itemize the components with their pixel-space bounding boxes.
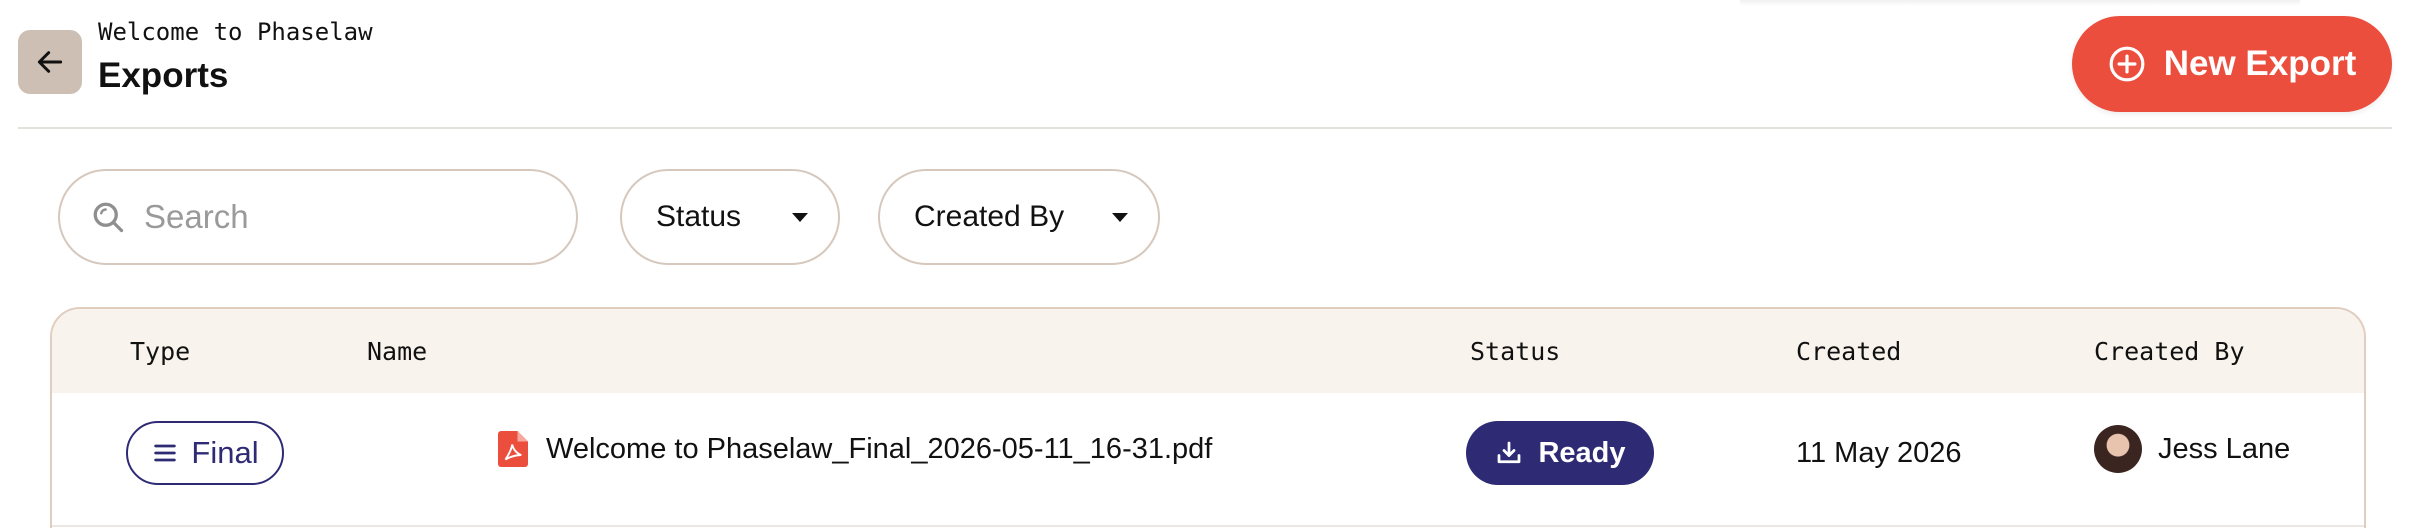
caret-down-icon: [1112, 212, 1128, 222]
created-by-user: Jess Lane: [2094, 425, 2290, 473]
new-export-button[interactable]: New Export: [2072, 16, 2392, 112]
search-icon: [93, 202, 124, 233]
column-header-type: Type: [130, 337, 191, 366]
exports-table: Type Name Status Created Created By Fina…: [50, 307, 2366, 528]
status-filter-label: Status: [656, 200, 742, 233]
created-by-filter-label: Created By: [914, 200, 1065, 233]
column-header-status: Status: [1470, 337, 1561, 366]
download-icon: [1498, 441, 1521, 464]
top-shadow: [1740, 0, 2300, 6]
new-export-label: New Export: [2163, 44, 2357, 83]
status-filter-dropdown[interactable]: Status: [620, 169, 840, 265]
status-label: Ready: [1538, 436, 1626, 469]
status-badge-ready[interactable]: Ready: [1466, 421, 1654, 485]
table-header: Type Name Status Created Created By: [52, 309, 2364, 393]
arrow-left-icon: [37, 51, 63, 73]
column-header-created: Created: [1796, 337, 1902, 366]
caret-down-icon: [792, 212, 808, 222]
avatar: [2094, 425, 2142, 473]
exports-page: Welcome to Phaselaw Exports New Export S…: [0, 0, 2416, 528]
back-button[interactable]: [18, 30, 82, 94]
header-divider: [18, 127, 2392, 129]
column-header-created-by: Created By: [2094, 337, 2245, 366]
user-name: Jess Lane: [2158, 432, 2291, 465]
type-badge: Final: [126, 421, 284, 485]
type-label: Final: [191, 435, 259, 470]
page-title: Exports: [98, 56, 229, 95]
list-icon: [154, 444, 177, 462]
page-subtitle: Welcome to Phaselaw: [98, 18, 373, 46]
plus-circle-icon: [2109, 46, 2145, 82]
table-row[interactable]: Final Welcome to Phaselaw_Final_2026-05-…: [52, 393, 2364, 527]
search-input[interactable]: [142, 197, 546, 237]
file-name-text: Welcome to Phaselaw_Final_2026-05-11_16-…: [546, 432, 1213, 465]
created-by-filter-dropdown[interactable]: Created By: [878, 169, 1160, 265]
file-name[interactable]: Welcome to Phaselaw_Final_2026-05-11_16-…: [498, 431, 1212, 467]
pdf-icon: [498, 431, 528, 467]
search-box[interactable]: [58, 169, 578, 265]
column-header-name: Name: [367, 337, 428, 366]
created-date: 11 May 2026: [1796, 437, 1962, 469]
